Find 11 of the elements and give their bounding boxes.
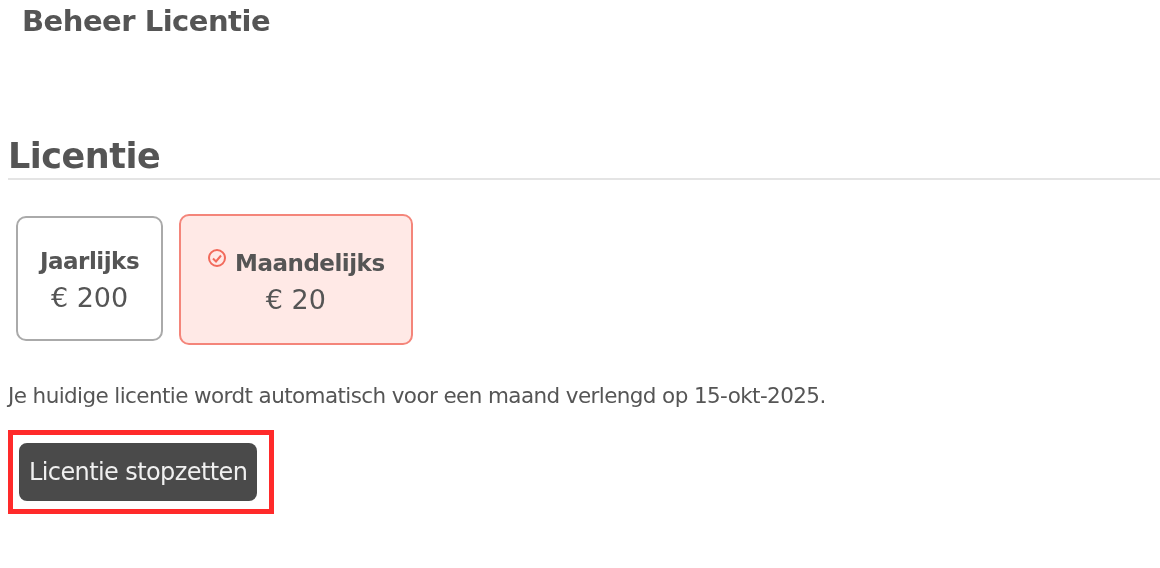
- check-circle-icon: [207, 248, 228, 268]
- page-title: Beheer Licentie: [22, 4, 272, 38]
- section-heading: Licentie: [8, 134, 1160, 180]
- plan-name: Maandelijks: [235, 250, 385, 276]
- plan-price: € 200: [49, 282, 130, 313]
- plan-price: € 20: [264, 284, 327, 315]
- stop-license-button[interactable]: Licentie stopzetten: [19, 443, 258, 501]
- plan-card[interactable]: Maandelijks € 20: [179, 214, 413, 345]
- renewal-notice: Je huidige licentie wordt automatisch voor een maand verlengd op 15-okt-2025.: [8, 383, 827, 408]
- plan-name: Jaarlijks: [40, 248, 140, 274]
- plan-card[interactable]: Jaarlijks € 200: [16, 216, 164, 341]
